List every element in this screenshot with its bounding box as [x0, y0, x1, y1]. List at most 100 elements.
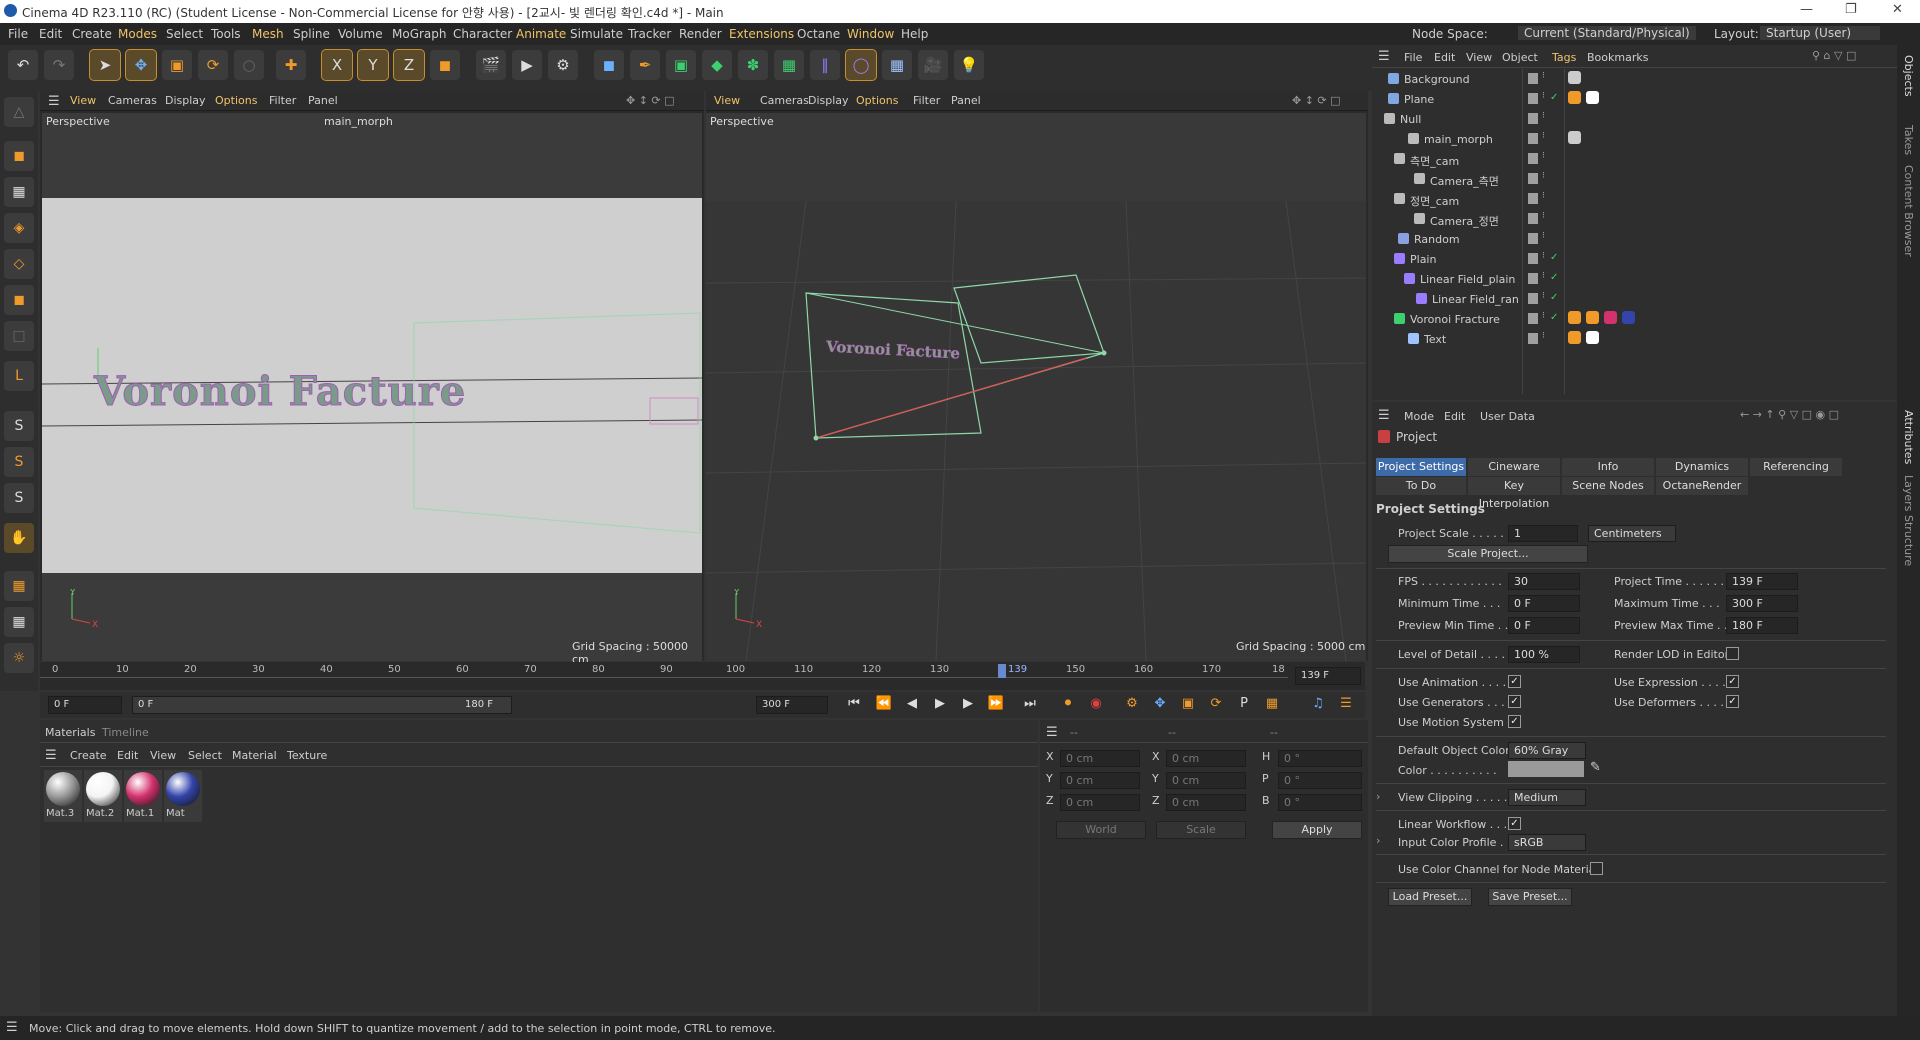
- menu-simulate[interactable]: Simulate: [570, 27, 623, 41]
- lod-field[interactable]: 100 %: [1508, 646, 1580, 663]
- snap-icon[interactable]: S: [4, 411, 34, 441]
- layer-icon[interactable]: [1528, 93, 1538, 104]
- mat-menu-material[interactable]: Material: [232, 749, 277, 762]
- key-rot-icon[interactable]: ⟳: [1206, 696, 1226, 714]
- min-time-field[interactable]: 0 F: [1508, 595, 1580, 612]
- vp-right-display[interactable]: Display: [808, 94, 849, 107]
- menu-create[interactable]: Create: [72, 27, 112, 41]
- object-row[interactable]: Camera_측면 ⁝: [1372, 169, 1897, 189]
- vp-right-view[interactable]: View: [714, 94, 740, 107]
- coord-size-field[interactable]: 0 cm: [1166, 772, 1246, 789]
- input-color-profile-dropdown[interactable]: sRGB: [1508, 834, 1586, 851]
- preview-min-field[interactable]: 0 F: [1508, 617, 1580, 634]
- vp-left-options[interactable]: Options: [215, 94, 257, 107]
- object-tag-icon[interactable]: [1586, 331, 1599, 344]
- tab-scene-nodes[interactable]: Scene Nodes: [1562, 477, 1654, 495]
- layer-icon[interactable]: [1528, 213, 1538, 224]
- render-lod-checkbox[interactable]: [1726, 647, 1739, 660]
- visibility-dots-icon[interactable]: ⁝: [1542, 131, 1545, 141]
- visibility-dots-icon[interactable]: ⁝: [1542, 231, 1545, 241]
- goto-start-icon[interactable]: ⏮: [844, 696, 864, 714]
- material-swatch[interactable]: Mat: [164, 770, 202, 822]
- coord-pos-field[interactable]: 0 cm: [1060, 794, 1140, 811]
- restore-icon[interactable]: ❐: [1845, 2, 1857, 17]
- node-space-dropdown[interactable]: Current (Standard/Physical): [1518, 26, 1696, 40]
- mograph-icon[interactable]: ▦: [774, 50, 804, 80]
- object-row[interactable]: Linear Field_plain ⁝ ✓: [1372, 269, 1897, 289]
- axis-mode-icon[interactable]: L: [4, 361, 34, 391]
- layer-icon[interactable]: [1528, 273, 1538, 284]
- object-row[interactable]: Camera_정면 ⁝: [1372, 209, 1897, 229]
- workplane-snap-icon[interactable]: S: [4, 483, 34, 513]
- camera-icon[interactable]: 🎥: [918, 50, 948, 80]
- object-row[interactable]: 측면_cam ⁝: [1372, 149, 1897, 169]
- workplane-icon[interactable]: ▦: [4, 571, 34, 601]
- texture-mode-icon[interactable]: ▦: [4, 177, 34, 207]
- mat-menu-texture[interactable]: Texture: [287, 749, 327, 762]
- object-row[interactable]: Background ⁝: [1372, 69, 1897, 89]
- menu-edit[interactable]: Edit: [39, 27, 62, 41]
- object-row[interactable]: 정면_cam ⁝: [1372, 189, 1897, 209]
- menu-window[interactable]: Window: [847, 27, 894, 41]
- viewport-right-canvas[interactable]: Perspective Voronoi Facture YX Grid Spac…: [706, 113, 1366, 661]
- attr-menu-userdata[interactable]: User Data: [1480, 410, 1535, 423]
- status-menu-icon[interactable]: ☰: [6, 1020, 18, 1035]
- use-deformers-checkbox[interactable]: ✓: [1726, 695, 1739, 708]
- z-axis-icon[interactable]: Z: [393, 49, 425, 81]
- obj-menu-edit[interactable]: Edit: [1434, 51, 1455, 64]
- timeline-ruler[interactable]: 0 10 20 30 40 50 60 70 80 90 100 110 120…: [40, 662, 1365, 690]
- polygons-mode-icon[interactable]: ◼: [4, 285, 34, 315]
- cloner-icon[interactable]: ✽: [738, 50, 768, 80]
- menu-spline[interactable]: Spline: [293, 27, 330, 41]
- object-tag-icon[interactable]: [1568, 71, 1581, 84]
- object-tag-icon[interactable]: [1586, 311, 1599, 324]
- object-tag-icon[interactable]: [1568, 311, 1581, 324]
- next-frame-icon[interactable]: ▶: [958, 696, 978, 714]
- coord-pos-field[interactable]: 0 cm: [1060, 750, 1140, 767]
- key-pla-icon[interactable]: ▦: [1262, 696, 1282, 714]
- tab-octanerender[interactable]: OctaneRender: [1656, 477, 1748, 495]
- key-sel-icon[interactable]: ⚙: [1122, 696, 1142, 714]
- use-color-channel-checkbox[interactable]: [1590, 862, 1603, 875]
- cube-icon[interactable]: ◼: [594, 50, 624, 80]
- enabled-check-icon[interactable]: ✓: [1550, 92, 1558, 103]
- mat-menu-icon[interactable]: ☰: [45, 748, 57, 763]
- coord-size-field[interactable]: 0 cm: [1166, 750, 1246, 767]
- uv-mode-icon[interactable]: □: [4, 321, 34, 351]
- edges-mode-icon[interactable]: ◇: [4, 249, 34, 279]
- vp-right-panel[interactable]: Panel: [951, 94, 981, 107]
- coord-rot-field[interactable]: 0 °: [1278, 772, 1362, 789]
- menu-render[interactable]: Render: [679, 27, 722, 41]
- obj-menu-file[interactable]: File: [1404, 51, 1422, 64]
- side-tab-attributes[interactable]: Attributes: [1902, 410, 1915, 464]
- undo-icon[interactable]: ↶: [8, 50, 38, 80]
- unit-dropdown[interactable]: Centimeters: [1588, 525, 1676, 542]
- side-tab-takes[interactable]: Takes: [1902, 125, 1915, 155]
- viewport-menu-icon[interactable]: ☰: [48, 94, 60, 109]
- menu-animate[interactable]: Animate: [516, 27, 566, 41]
- vp-left-nav-icons[interactable]: ✥ ↕ ⟳ □: [626, 94, 675, 107]
- visibility-dots-icon[interactable]: ⁝: [1542, 111, 1545, 121]
- eyedropper-icon[interactable]: ✎: [1590, 760, 1601, 775]
- render-settings-icon[interactable]: ⚙: [548, 50, 578, 80]
- load-preset-button[interactable]: Load Preset...: [1388, 888, 1472, 906]
- side-tab-layers[interactable]: Layers: [1902, 475, 1915, 511]
- visibility-dots-icon[interactable]: ⁝: [1542, 71, 1545, 81]
- use-motion-checkbox[interactable]: ✓: [1508, 715, 1521, 728]
- key-scale-icon[interactable]: ▣: [1178, 696, 1198, 714]
- object-row[interactable]: Plane ⁝ ✓: [1372, 89, 1897, 109]
- menu-extensions[interactable]: Extensions: [729, 27, 794, 41]
- vp-left-view[interactable]: View: [70, 94, 96, 107]
- prev-key-icon[interactable]: ⏪: [874, 696, 894, 714]
- layer-icon[interactable]: [1528, 153, 1538, 164]
- key-pos-icon[interactable]: ✥: [1150, 696, 1170, 714]
- enabled-check-icon[interactable]: ✓: [1550, 272, 1558, 283]
- visibility-dots-icon[interactable]: ⁝: [1542, 331, 1545, 341]
- menu-file[interactable]: File: [8, 27, 28, 41]
- project-scale-field[interactable]: 1: [1508, 525, 1578, 542]
- playhead-marker[interactable]: [998, 664, 1006, 678]
- redo-icon[interactable]: ↷: [44, 50, 74, 80]
- render-region-icon[interactable]: 🎬: [476, 50, 506, 80]
- vp-left-display[interactable]: Display: [165, 94, 206, 107]
- tab-referencing[interactable]: Referencing: [1750, 458, 1842, 476]
